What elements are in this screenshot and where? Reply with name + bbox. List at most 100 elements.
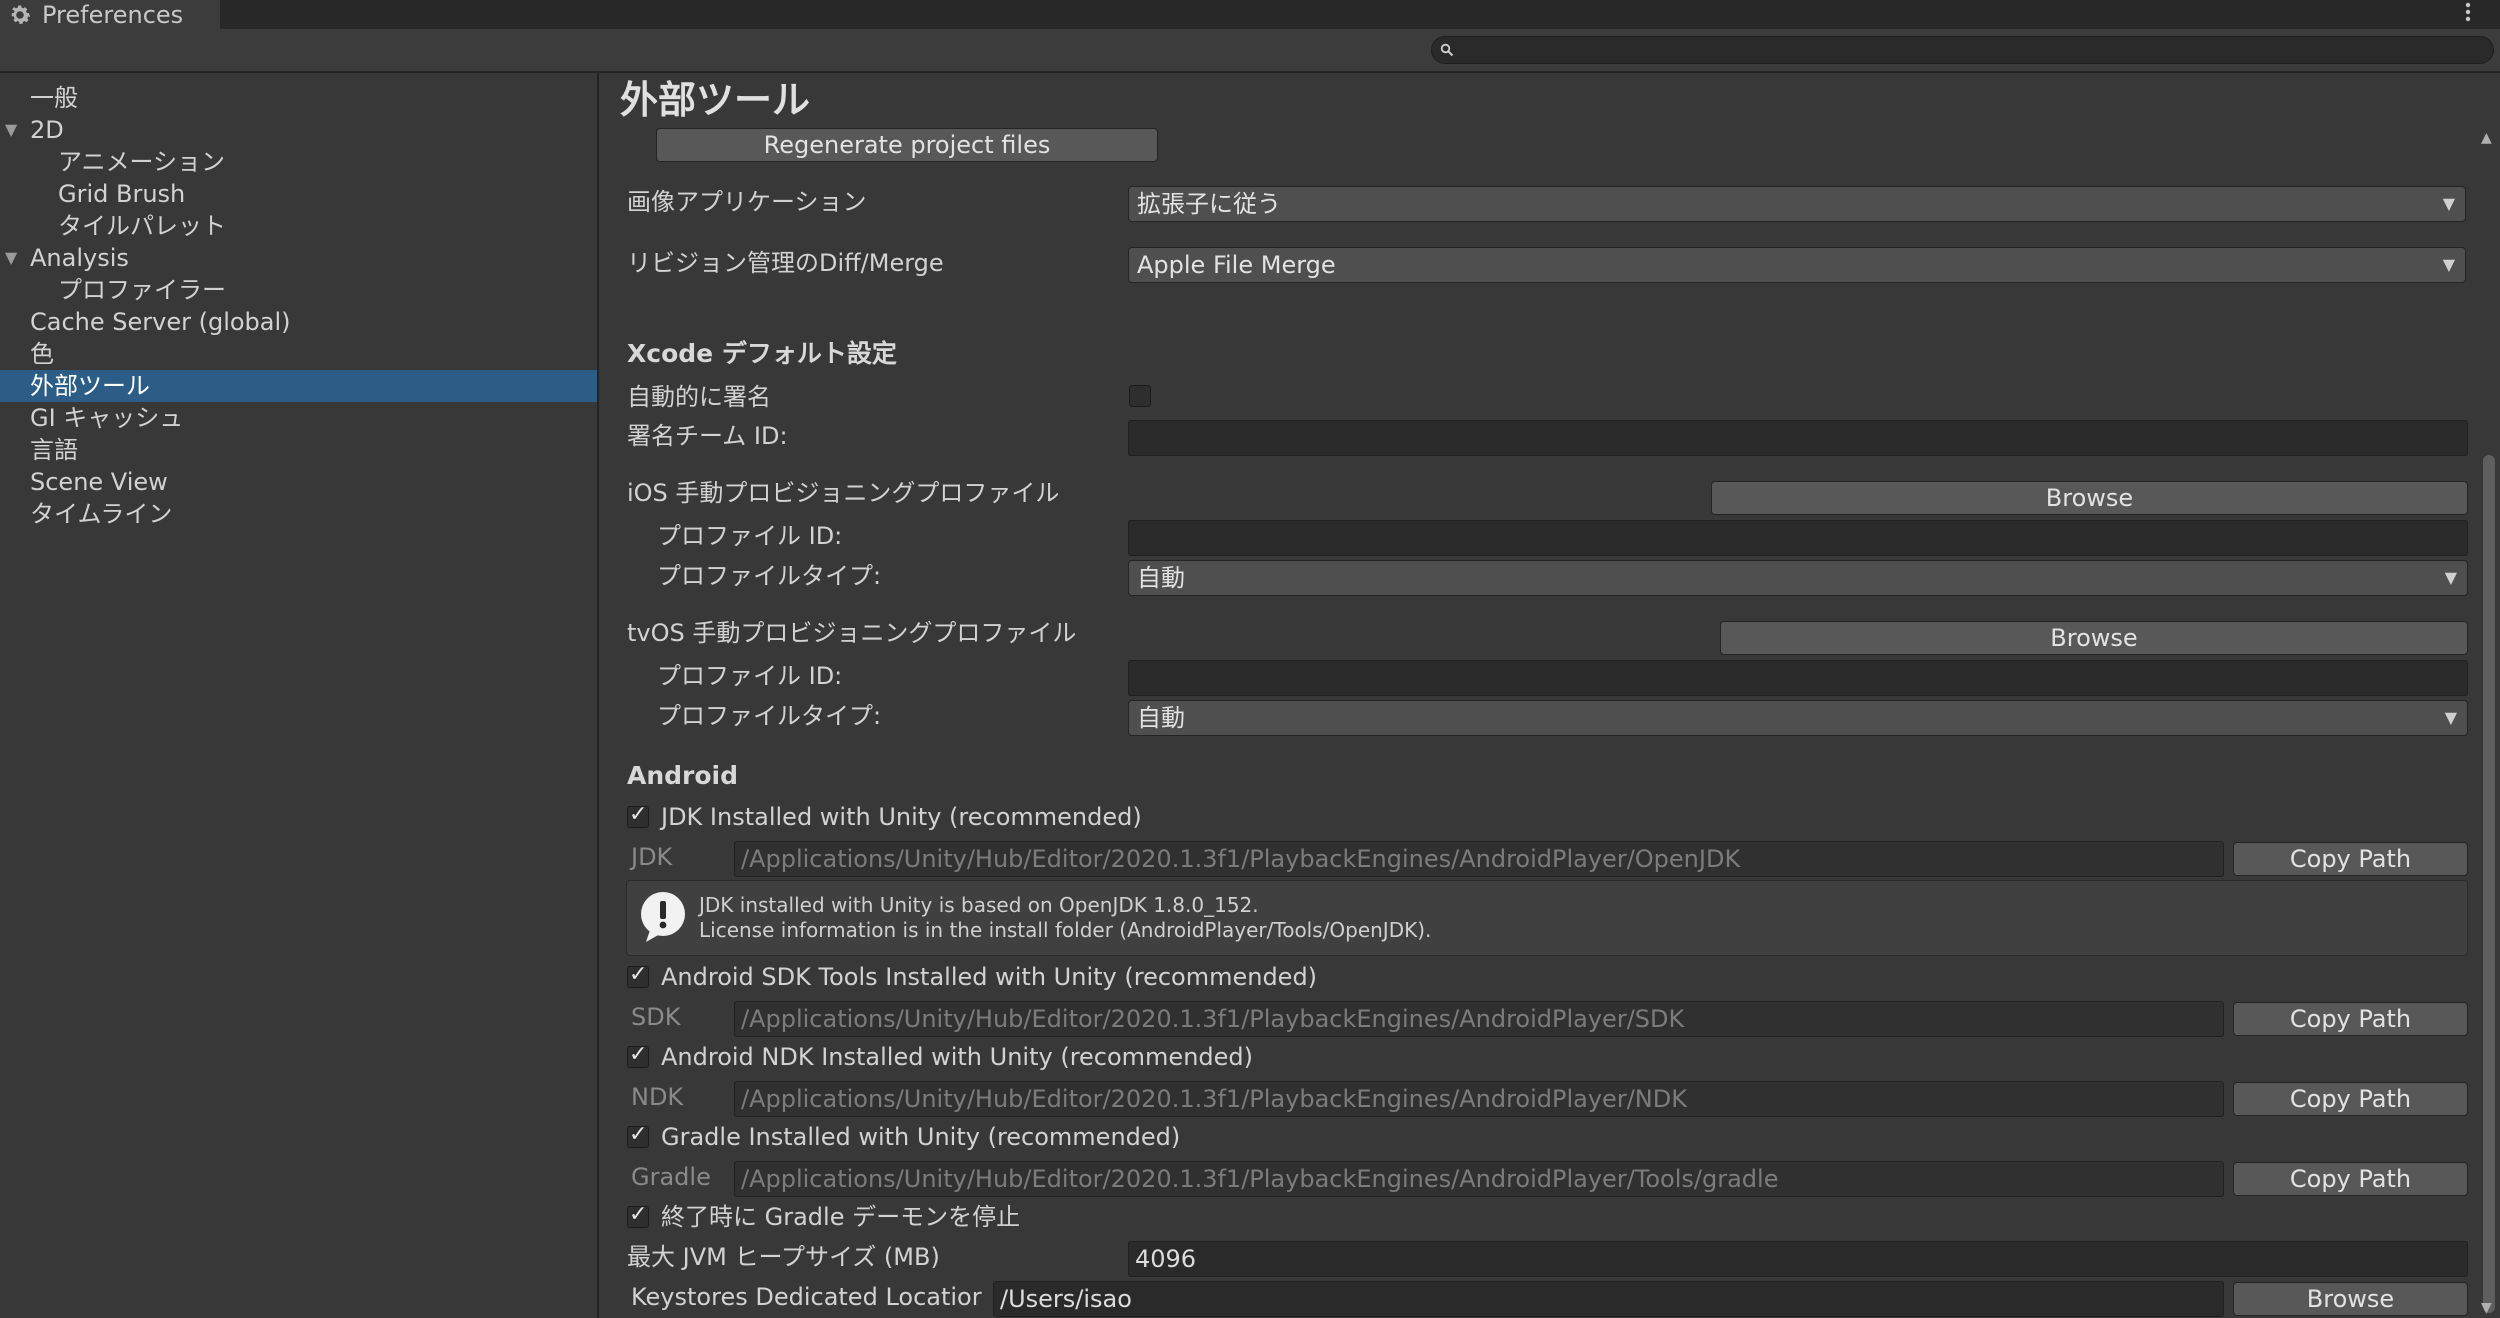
scroll-down-icon[interactable]: ▼ bbox=[2481, 1300, 2492, 1316]
search-icon bbox=[1440, 43, 1454, 57]
sidebar: 一般 ▼ 2D アニメーション Grid Brush タイルパレット ▼ Analy… bbox=[0, 73, 599, 1318]
sidebar-item-label: タイルパレット bbox=[58, 212, 226, 240]
regenerate-project-files-button[interactable]: Regenerate project files bbox=[656, 128, 1158, 162]
tvos-profile-type-dropdown[interactable]: 自動 ▼ bbox=[1128, 700, 2468, 736]
image-application-label: 画像アプリケーション bbox=[627, 188, 867, 216]
sidebar-item-general[interactable]: 一般 bbox=[0, 82, 597, 114]
tvos-provisioning-heading: tvOS 手動プロビジョニングプロファイル bbox=[627, 619, 1077, 647]
tvos-profile-type-label: プロファイルタイプ: bbox=[657, 702, 882, 730]
checkmark-icon: ✓ bbox=[629, 802, 648, 827]
ndk-path-field[interactable]: /Applications/Unity/Hub/Editor/2020.1.3f… bbox=[734, 1081, 2224, 1117]
sidebar-item-analysis[interactable]: ▼ Analysis bbox=[0, 242, 597, 274]
tvos-browse-button[interactable]: Browse bbox=[1720, 621, 2468, 655]
sidebar-item-label: 色 bbox=[30, 340, 54, 368]
ndk-checkbox[interactable]: ✓ bbox=[627, 1042, 649, 1068]
sidebar-item-language[interactable]: 言語 bbox=[0, 434, 597, 466]
checkmark-icon: ✓ bbox=[629, 962, 648, 987]
image-application-value: 拡張子に従う bbox=[1137, 190, 1281, 218]
sidebar-item-grid-brush[interactable]: Grid Brush bbox=[0, 178, 597, 210]
stop-gradle-daemon-checkbox[interactable]: ✓ bbox=[627, 1202, 649, 1228]
sidebar-item-external-tools[interactable]: 外部ツール bbox=[0, 370, 597, 402]
sidebar-item-timeline[interactable]: タイムライン bbox=[0, 498, 597, 530]
ios-profile-type-dropdown[interactable]: 自動 ▼ bbox=[1128, 560, 2468, 596]
ios-browse-button[interactable]: Browse bbox=[1711, 481, 2468, 515]
preferences-tab[interactable]: Preferences bbox=[0, 0, 220, 30]
help-line: License information is in the install fo… bbox=[699, 918, 1432, 942]
gradle-path-field[interactable]: /Applications/Unity/Hub/Editor/2020.1.3f… bbox=[734, 1161, 2224, 1197]
info-exclamation-icon bbox=[641, 892, 685, 942]
xcode-section-heading: Xcode デフォルト設定 bbox=[627, 339, 897, 368]
sidebar-item-label: 言語 bbox=[30, 436, 78, 464]
tvos-profile-id-field[interactable] bbox=[1128, 660, 2468, 696]
sidebar-item-profiler[interactable]: プロファイラー bbox=[0, 274, 597, 306]
keystore-browse-button[interactable]: Browse bbox=[2233, 1282, 2468, 1316]
sidebar-item-label: Scene View bbox=[30, 468, 168, 496]
sidebar-item-cache-server[interactable]: Cache Server (global) bbox=[0, 306, 597, 338]
ios-profile-id-label: プロファイル ID: bbox=[657, 522, 843, 550]
ios-profile-type-value: 自動 bbox=[1137, 564, 1185, 592]
ndk-checkbox-label: Android NDK Installed with Unity (recomm… bbox=[661, 1043, 1254, 1071]
gradle-checkbox[interactable]: ✓ bbox=[627, 1122, 649, 1148]
ios-provisioning-heading: iOS 手動プロビジョニングプロファイル bbox=[627, 479, 1060, 507]
sidebar-item-label: Analysis bbox=[30, 244, 129, 272]
max-jvm-heap-field[interactable]: 4096 bbox=[1128, 1241, 2468, 1277]
diff-merge-label: リビジョン管理のDiff/Merge bbox=[627, 249, 944, 277]
window-title: Preferences bbox=[42, 1, 184, 29]
keystore-location-field[interactable]: /Users/isao bbox=[993, 1281, 2224, 1317]
image-application-dropdown[interactable]: 拡張子に従う ▼ bbox=[1128, 186, 2466, 222]
chevron-down-icon: ▼ bbox=[2442, 255, 2455, 274]
title-bar bbox=[0, 0, 2500, 29]
sidebar-item-colors[interactable]: 色 bbox=[0, 338, 597, 370]
scrollbar-thumb[interactable] bbox=[2483, 455, 2495, 1313]
jdk-copy-path-button[interactable]: Copy Path bbox=[2233, 842, 2468, 876]
auto-sign-checkbox[interactable] bbox=[1129, 385, 1151, 407]
scroll-up-icon[interactable]: ▲ bbox=[2481, 130, 2492, 146]
signing-team-id-field[interactable] bbox=[1128, 420, 2468, 456]
chevron-down-icon: ▼ bbox=[2444, 708, 2457, 727]
expand-arrow-icon[interactable]: ▼ bbox=[5, 114, 17, 146]
sdk-checkbox-label: Android SDK Tools Installed with Unity (… bbox=[661, 963, 1318, 991]
page-title: 外部ツール bbox=[620, 78, 811, 122]
sidebar-item-animation[interactable]: アニメーション bbox=[0, 146, 597, 178]
search-input[interactable] bbox=[1431, 36, 2494, 64]
diff-merge-dropdown[interactable]: Apple File Merge ▼ bbox=[1128, 247, 2466, 283]
tvos-profile-id-label: プロファイル ID: bbox=[657, 662, 843, 690]
sidebar-item-label: アニメーション bbox=[58, 148, 226, 176]
ios-profile-id-field[interactable] bbox=[1128, 520, 2468, 556]
checkmark-icon: ✓ bbox=[629, 1122, 648, 1147]
sidebar-item-2d[interactable]: ▼ 2D bbox=[0, 114, 597, 146]
sidebar-item-label: プロファイラー bbox=[58, 276, 226, 304]
gear-icon bbox=[11, 5, 31, 24]
kebab-menu-icon[interactable] bbox=[2462, 0, 2474, 26]
stop-gradle-daemon-label: 終了時に Gradle デーモンを停止 bbox=[661, 1203, 1021, 1231]
tvos-profile-type-value: 自動 bbox=[1137, 704, 1185, 732]
diff-merge-value: Apple File Merge bbox=[1137, 251, 1336, 279]
sdk-path-field[interactable]: /Applications/Unity/Hub/Editor/2020.1.3f… bbox=[734, 1001, 2224, 1037]
ndk-label: NDK bbox=[631, 1083, 684, 1111]
sdk-checkbox[interactable]: ✓ bbox=[627, 962, 649, 988]
jdk-path-field[interactable]: /Applications/Unity/Hub/Editor/2020.1.3f… bbox=[734, 841, 2224, 877]
sidebar-item-label: Cache Server (global) bbox=[30, 308, 291, 336]
help-line: JDK installed with Unity is based on Ope… bbox=[699, 893, 1259, 917]
sidebar-item-label: タイムライン bbox=[30, 500, 173, 528]
sidebar-item-tile-palette[interactable]: タイルパレット bbox=[0, 210, 597, 242]
checkmark-icon: ✓ bbox=[629, 1042, 648, 1067]
sidebar-item-label: 外部ツール bbox=[30, 372, 150, 400]
ios-profile-type-label: プロファイルタイプ: bbox=[657, 562, 882, 590]
sdk-copy-path-button[interactable]: Copy Path bbox=[2233, 1002, 2468, 1036]
sidebar-item-scene-view[interactable]: Scene View bbox=[0, 466, 597, 498]
signing-team-id-label: 署名チーム ID: bbox=[627, 422, 788, 450]
sidebar-item-label: 2D bbox=[30, 116, 64, 144]
jdk-checkbox-label: JDK Installed with Unity (recommended) bbox=[661, 803, 1142, 831]
gradle-label: Gradle bbox=[631, 1163, 711, 1191]
sidebar-item-label: 一般 bbox=[30, 84, 78, 112]
sidebar-item-gi-cache[interactable]: GI キャッシュ bbox=[0, 402, 597, 434]
sidebar-item-label: Grid Brush bbox=[58, 180, 186, 208]
jdk-checkbox[interactable]: ✓ bbox=[627, 802, 649, 828]
auto-sign-label: 自動的に署名 bbox=[627, 383, 771, 411]
max-jvm-heap-label: 最大 JVM ヒープサイズ (MB) bbox=[627, 1243, 940, 1271]
ndk-copy-path-button[interactable]: Copy Path bbox=[2233, 1082, 2468, 1116]
gradle-copy-path-button[interactable]: Copy Path bbox=[2233, 1162, 2468, 1196]
jdk-help-text: JDK installed with Unity is based on Ope… bbox=[699, 893, 1431, 943]
expand-arrow-icon[interactable]: ▼ bbox=[5, 242, 17, 274]
